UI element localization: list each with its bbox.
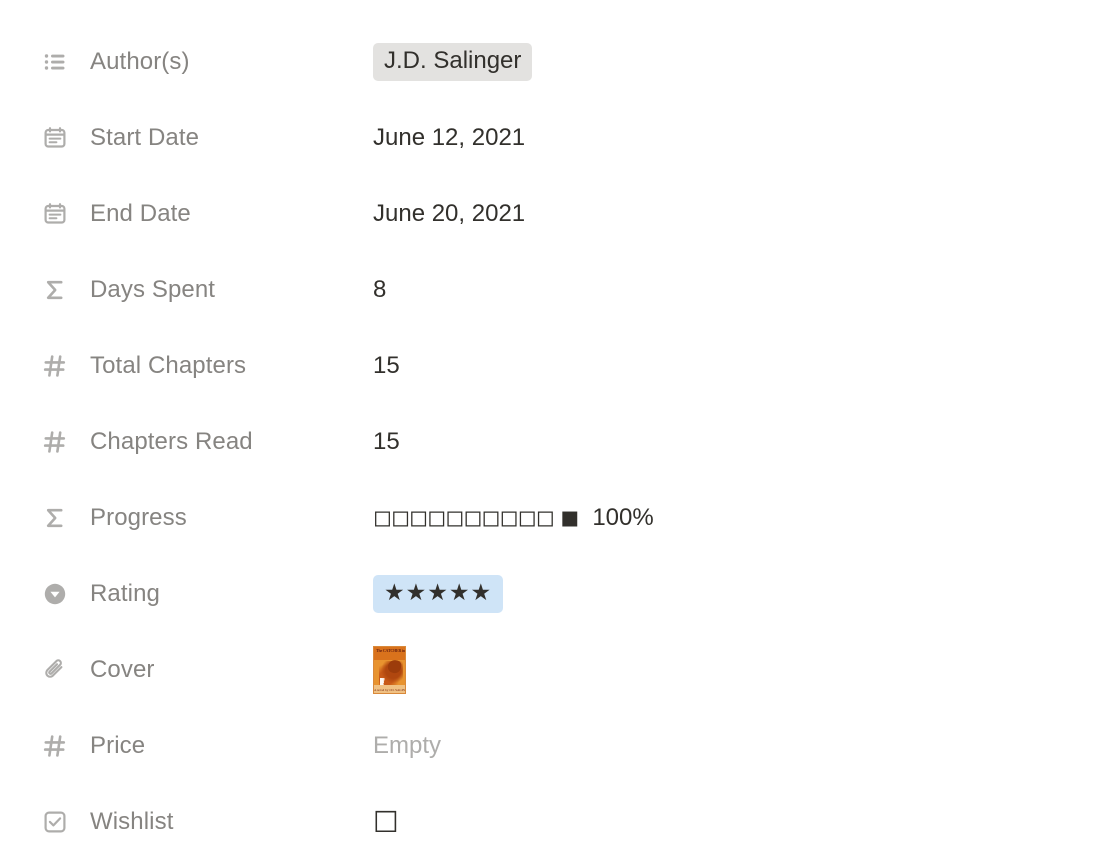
property-row-rating[interactable]: Rating ★★★★★ [0, 556, 1096, 632]
select-dropdown-icon [42, 581, 68, 607]
sigma-formula-icon [42, 277, 68, 303]
property-value-cover[interactable]: The CATCHER in the RYE A novel by J.D. S… [373, 646, 406, 694]
property-label-cell[interactable]: Progress [42, 504, 373, 532]
cover-author-text: A novel by J.D. SALINGER [374, 688, 405, 692]
multi-select-list-icon [42, 49, 68, 75]
wishlist-checkbox[interactable]: ☐ [373, 807, 399, 837]
property-label-cell[interactable]: Price [42, 732, 373, 760]
property-row-total-chapters[interactable]: Total Chapters 15 [0, 328, 1096, 404]
calendar-icon [42, 125, 68, 151]
property-row-progress[interactable]: Progress ◻◻◻◻◻◻◻◻◻◻ ◼ 100% [0, 480, 1096, 556]
property-value-progress: ◻◻◻◻◻◻◻◻◻◻ ◼ 100% [373, 504, 654, 532]
property-value-days-spent: 8 [373, 276, 387, 303]
number-hash-icon [42, 733, 68, 759]
property-label: Price [90, 732, 146, 759]
paperclip-icon [42, 657, 68, 683]
progress-percent-label: 100% [592, 504, 654, 531]
cover-title-text: The CATCHER in the RYE [376, 648, 405, 653]
property-label: Author(s) [90, 48, 190, 75]
property-label-cell[interactable]: Rating [42, 580, 373, 608]
calendar-icon [42, 201, 68, 227]
property-label: Wishlist [90, 808, 174, 835]
property-value-start-date[interactable]: June 12, 2021 [373, 124, 525, 152]
property-label-cell[interactable]: Chapters Read [42, 428, 373, 456]
book-cover-thumbnail[interactable]: The CATCHER in the RYE A novel by J.D. S… [373, 646, 406, 694]
property-label-cell[interactable]: Wishlist [42, 808, 373, 836]
property-row-start-date[interactable]: Start Date June 12, 2021 [0, 100, 1096, 176]
property-label: Rating [90, 580, 160, 607]
property-value-authors[interactable]: J.D. Salinger [373, 43, 533, 81]
property-row-chapters-read[interactable]: Chapters Read 15 [0, 404, 1096, 480]
number-hash-icon [42, 429, 68, 455]
property-label: Total Chapters [90, 352, 247, 379]
property-value-wishlist[interactable]: ☐ [373, 807, 399, 837]
property-row-price[interactable]: Price Empty [0, 708, 1096, 784]
property-row-cover[interactable]: Cover The CATCHER in the RYE A novel by … [0, 632, 1096, 708]
property-label-cell[interactable]: Start Date [42, 124, 373, 152]
property-value-rating[interactable]: ★★★★★ [373, 574, 504, 614]
property-label-cell[interactable]: Author(s) [42, 48, 373, 76]
checkbox-property-icon [42, 809, 68, 835]
author-tag[interactable]: J.D. Salinger [373, 43, 533, 81]
property-label-cell[interactable]: End Date [42, 200, 373, 228]
property-label: Days Spent [90, 276, 216, 303]
progress-bar-glyphs: ◻◻◻◻◻◻◻◻◻◻ ◼ [373, 504, 579, 531]
property-row-wishlist[interactable]: Wishlist ☐ [0, 784, 1096, 860]
property-label-cell[interactable]: Days Spent [42, 276, 373, 304]
property-label: Progress [90, 504, 187, 531]
property-value-chapters-read[interactable]: 15 [373, 428, 400, 456]
rating-tag[interactable]: ★★★★★ [373, 574, 504, 614]
property-row-end-date[interactable]: End Date June 20, 2021 [0, 176, 1096, 252]
property-label-cell[interactable]: Cover [42, 656, 373, 684]
number-hash-icon [42, 353, 68, 379]
property-label-cell[interactable]: Total Chapters [42, 352, 373, 380]
cover-horse-legs [380, 678, 400, 685]
property-value-total-chapters[interactable]: 15 [373, 352, 400, 380]
property-label: Cover [90, 656, 155, 683]
property-value-price[interactable]: Empty [373, 732, 441, 760]
property-row-authors[interactable]: Author(s) J.D. Salinger [0, 24, 1096, 100]
property-row-days-spent[interactable]: Days Spent 8 [0, 252, 1096, 328]
property-label: Start Date [90, 124, 200, 151]
property-label: End Date [90, 200, 191, 227]
property-label: Chapters Read [90, 428, 253, 455]
sigma-formula-icon [42, 505, 68, 531]
property-value-end-date[interactable]: June 20, 2021 [373, 200, 525, 228]
database-properties-panel: Author(s) J.D. Salinger Start Date June … [0, 0, 1096, 858]
rating-stars: ★★★★★ [384, 579, 493, 606]
